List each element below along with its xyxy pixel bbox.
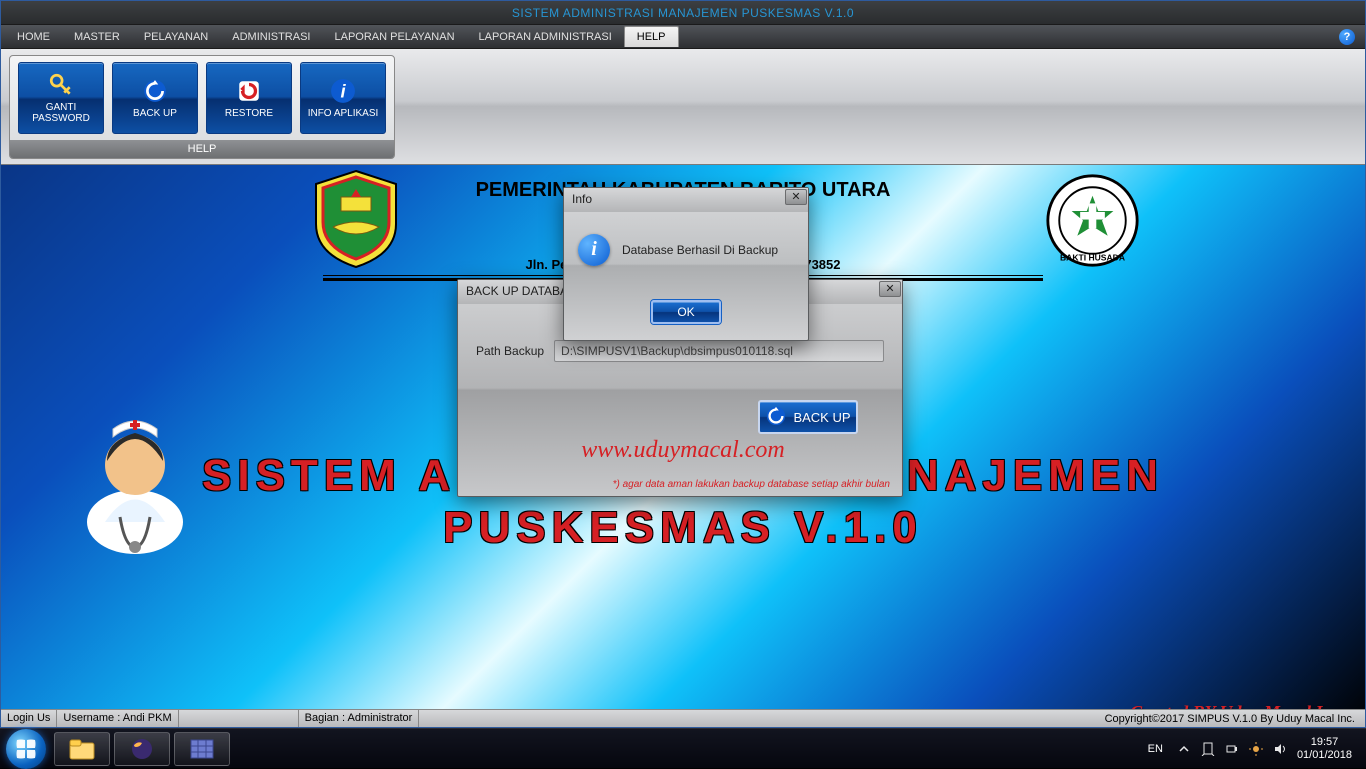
taskbar-firefox-button[interactable] xyxy=(114,732,170,766)
tray-date: 01/01/2018 xyxy=(1297,749,1352,762)
ribbon-group-label: HELP xyxy=(10,140,394,158)
info-dialog-title: Info xyxy=(564,188,808,212)
status-username: Username : Andi PKM xyxy=(57,710,178,727)
menu-laporan-pelayanan[interactable]: LAPORAN PELAYANAN xyxy=(322,27,466,47)
ribbon-restore-button[interactable]: RESTORE xyxy=(206,62,292,134)
splash-title-line2: PUSKESMAS V.1.0 xyxy=(1,503,1365,553)
status-login: Login Us xyxy=(1,710,57,727)
brightness-icon[interactable] xyxy=(1249,742,1263,756)
bakti-husada-emblem-icon: BAKTI HUSADA xyxy=(1045,173,1140,268)
tray-up-icon[interactable] xyxy=(1177,742,1191,756)
system-tray: EN 19:57 01/01/2018 xyxy=(1144,736,1360,762)
ok-button[interactable]: OK xyxy=(651,300,721,324)
taskbar-explorer-button[interactable] xyxy=(54,732,110,766)
ribbon-group-help: GANTI PASSWORD BACK UP RESTORE i xyxy=(9,55,395,159)
app-window: SISTEM ADMINISTRASI MANAJEMEN PUSKESMAS … xyxy=(0,0,1366,728)
window-titlebar: SISTEM ADMINISTRASI MANAJEMEN PUSKESMAS … xyxy=(1,1,1365,25)
help-icon[interactable]: ? xyxy=(1339,29,1355,45)
ribbon-btn-label: BACK UP xyxy=(133,108,177,119)
status-spacer xyxy=(179,710,299,727)
volume-icon[interactable] xyxy=(1273,742,1287,756)
info-message: Database Berhasil Di Backup xyxy=(622,243,778,257)
svg-text:i: i xyxy=(340,80,346,101)
status-copyright: Copyright©2017 SIMPUS V.1.0 By Uduy Maca… xyxy=(1095,713,1365,725)
tray-time: 19:57 xyxy=(1297,736,1352,749)
taskbar: EN 19:57 01/01/2018 xyxy=(0,728,1366,768)
ribbon-btn-label: INFO APLIKASI xyxy=(308,108,379,119)
info-dialog: Info ✕ Database Berhasil Di Backup OK xyxy=(563,187,809,341)
regency-emblem-icon xyxy=(311,169,401,269)
watermark-url: www.uduymacal.com xyxy=(1,437,1365,464)
path-backup-input[interactable] xyxy=(554,340,884,362)
backup-icon xyxy=(765,405,787,430)
status-bagian: Bagian : Administrator xyxy=(299,710,420,727)
tray-language[interactable]: EN xyxy=(1144,741,1167,757)
path-backup-label: Path Backup xyxy=(476,344,544,358)
app-statusbar: Login Us Username : Andi PKM Bagian : Ad… xyxy=(1,709,1365,727)
ribbon-btn-label: RESTORE xyxy=(225,108,273,119)
restore-icon xyxy=(236,78,262,104)
ribbon-backup-button[interactable]: BACK UP xyxy=(112,62,198,134)
ribbon-ganti-password-button[interactable]: GANTI PASSWORD xyxy=(18,62,104,134)
menu-home[interactable]: HOME xyxy=(5,27,62,47)
backup-button-label: BACK UP xyxy=(793,410,850,425)
backup-icon xyxy=(142,78,168,104)
menu-pelayanan[interactable]: PELAYANAN xyxy=(132,27,220,47)
action-center-icon[interactable] xyxy=(1201,742,1215,756)
key-icon xyxy=(48,72,74,98)
taskbar-app-button[interactable] xyxy=(174,732,230,766)
svg-text:BAKTI HUSADA: BAKTI HUSADA xyxy=(1060,252,1125,262)
window-title: SISTEM ADMINISTRASI MANAJEMEN PUSKESMAS … xyxy=(512,6,854,20)
backup-dialog-close-button[interactable]: ✕ xyxy=(879,281,901,297)
ribbon: GANTI PASSWORD BACK UP RESTORE i xyxy=(1,49,1365,165)
menu-help[interactable]: HELP xyxy=(624,26,679,47)
ribbon-info-aplikasi-button[interactable]: i INFO APLIKASI xyxy=(300,62,386,134)
menu-administrasi[interactable]: ADMINISTRASI xyxy=(220,27,322,47)
ribbon-btn-label: GANTI PASSWORD xyxy=(19,102,103,124)
backup-footnote: *) agar data aman lakukan backup databas… xyxy=(613,479,890,490)
menu-laporan-administrasi[interactable]: LAPORAN ADMINISTRASI xyxy=(467,27,624,47)
menu-master[interactable]: MASTER xyxy=(62,27,132,47)
info-icon xyxy=(578,234,610,266)
tray-clock[interactable]: 19:57 01/01/2018 xyxy=(1297,736,1352,762)
info-dialog-close-button[interactable]: ✕ xyxy=(785,189,807,205)
backup-button[interactable]: BACK UP xyxy=(758,400,858,434)
start-button[interactable] xyxy=(6,729,46,769)
info-icon: i xyxy=(330,78,356,104)
menubar: HOME MASTER PELAYANAN ADMINISTRASI LAPOR… xyxy=(1,25,1365,49)
power-icon[interactable] xyxy=(1225,742,1239,756)
